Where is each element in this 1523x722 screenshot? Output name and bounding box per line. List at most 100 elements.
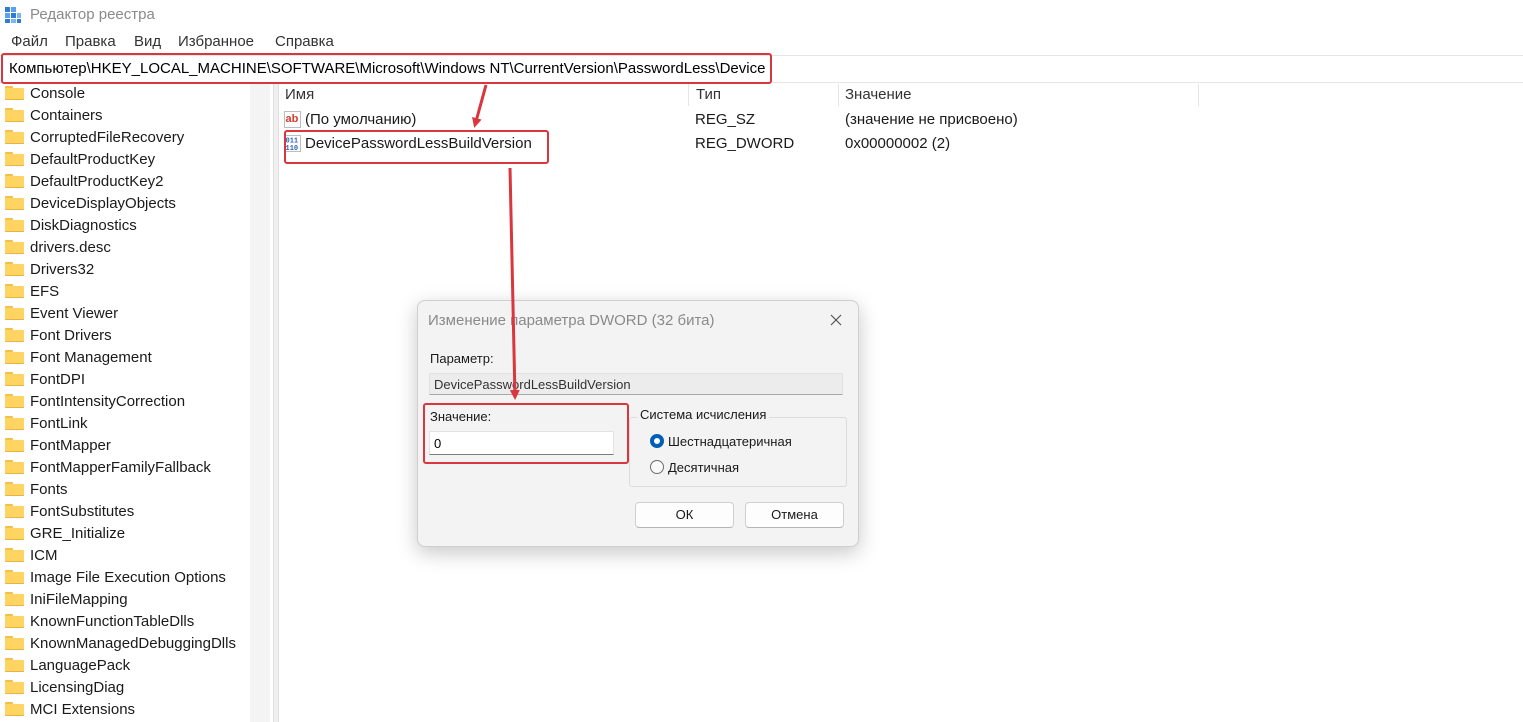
tree-item[interactable]: Console bbox=[0, 82, 250, 104]
column-separator[interactable] bbox=[1198, 84, 1199, 106]
tree-item[interactable]: drivers.desc bbox=[0, 236, 250, 258]
tree-item-label: ICM bbox=[30, 547, 58, 564]
radio-hex-label[interactable]: Шестнадцатеричная bbox=[668, 434, 792, 449]
svg-text:ab: ab bbox=[286, 113, 299, 125]
tree-item[interactable]: CorruptedFileRecovery bbox=[0, 126, 250, 148]
folder-icon bbox=[5, 592, 24, 606]
folder-icon bbox=[5, 372, 24, 386]
tree-item-label: DefaultProductKey bbox=[30, 151, 156, 168]
tree-item[interactable]: FontMapperFamilyFallback bbox=[0, 456, 250, 478]
tree-item[interactable]: Event Viewer bbox=[0, 302, 250, 324]
close-icon[interactable] bbox=[826, 310, 846, 330]
tree-item-label: Fonts bbox=[30, 481, 68, 498]
tree-item-label: FontLink bbox=[30, 415, 88, 432]
folder-icon bbox=[5, 218, 24, 232]
tree-item-label: Console bbox=[30, 85, 86, 102]
dialog-title: Изменение параметра DWORD (32 бита) bbox=[428, 312, 715, 329]
tree-item[interactable]: DefaultProductKey2 bbox=[0, 170, 250, 192]
column-separator[interactable] bbox=[838, 84, 839, 106]
value-type: REG_DWORD bbox=[695, 135, 795, 152]
tree-item[interactable]: GRE_Initialize bbox=[0, 522, 250, 544]
tree-item[interactable]: Font Management bbox=[0, 346, 250, 368]
address-highlight bbox=[1, 53, 772, 84]
tree-item[interactable]: LanguagePack bbox=[0, 654, 250, 676]
base-groupbox: Система исчисления Шестнадцатеричная Дес… bbox=[629, 407, 847, 487]
tree-item[interactable]: FontDPI bbox=[0, 368, 250, 390]
folder-icon bbox=[5, 570, 24, 584]
folder-icon bbox=[5, 614, 24, 628]
column-header-name[interactable]: Имя bbox=[285, 86, 314, 103]
tree-item-label: CorruptedFileRecovery bbox=[30, 129, 185, 146]
tree-item[interactable]: FontIntensityCorrection bbox=[0, 390, 250, 412]
tree-item[interactable]: Fonts bbox=[0, 478, 250, 500]
tree-item[interactable]: DefaultProductKey bbox=[0, 148, 250, 170]
menu-help[interactable]: Справка bbox=[275, 33, 334, 50]
folder-icon bbox=[5, 460, 24, 474]
tree-item-label: Drivers32 bbox=[30, 261, 95, 278]
tree-item-label: FontIntensityCorrection bbox=[30, 393, 186, 410]
tree-item[interactable]: Image File Execution Options bbox=[0, 566, 250, 588]
folder-icon bbox=[5, 526, 24, 540]
tree-item[interactable]: Containers bbox=[0, 104, 250, 126]
base-group-title: Система исчисления bbox=[637, 407, 770, 422]
tree-item-label: Font Drivers bbox=[30, 327, 112, 344]
column-separator[interactable] bbox=[688, 84, 689, 106]
tree-item-label: GRE_Initialize bbox=[30, 525, 126, 542]
tree-item[interactable]: ICM bbox=[0, 544, 250, 566]
value-data: (значение не присвоено) bbox=[845, 111, 1018, 128]
tree-item[interactable]: FontMapper bbox=[0, 434, 250, 456]
radio-hex[interactable] bbox=[650, 434, 664, 448]
tree-item-label: KnownManagedDebuggingDlls bbox=[30, 635, 236, 652]
menu-view[interactable]: Вид bbox=[134, 33, 161, 50]
folder-icon bbox=[5, 680, 24, 694]
folder-icon bbox=[5, 86, 24, 100]
tree-item[interactable]: Font Drivers bbox=[0, 324, 250, 346]
ok-button[interactable]: ОК bbox=[635, 502, 734, 528]
radio-decimal[interactable] bbox=[650, 460, 664, 474]
folder-icon bbox=[5, 438, 24, 452]
folder-icon bbox=[5, 416, 24, 430]
value-field-highlight bbox=[423, 403, 629, 464]
tree-item[interactable]: FontSubstitutes bbox=[0, 500, 250, 522]
tree-item-label: LicensingDiag bbox=[30, 679, 125, 696]
menu-favorites[interactable]: Избранное bbox=[178, 33, 254, 50]
tree-item[interactable]: LicensingDiag bbox=[0, 676, 250, 698]
tree-item-label: DiskDiagnostics bbox=[30, 217, 137, 234]
tree-item-label: EFS bbox=[30, 283, 60, 300]
column-header-value[interactable]: Значение bbox=[845, 86, 912, 103]
menu-edit[interactable]: Правка bbox=[65, 33, 116, 50]
cancel-button[interactable]: Отмена bbox=[745, 502, 844, 528]
folder-icon bbox=[5, 658, 24, 672]
folder-icon bbox=[5, 240, 24, 254]
folder-icon bbox=[5, 350, 24, 364]
folder-icon bbox=[5, 306, 24, 320]
window-title: Редактор реестра bbox=[30, 6, 155, 23]
folder-icon bbox=[5, 108, 24, 122]
folder-icon bbox=[5, 394, 24, 408]
column-header-type[interactable]: Тип bbox=[696, 86, 721, 103]
tree-item[interactable]: KnownManagedDebuggingDlls bbox=[0, 632, 250, 654]
tree-item[interactable]: Drivers32 bbox=[0, 258, 250, 280]
tree-item[interactable]: IniFileMapping bbox=[0, 588, 250, 610]
tree-item[interactable]: DeviceDisplayObjects bbox=[0, 192, 250, 214]
tree-scrollbar[interactable] bbox=[250, 82, 270, 722]
tree-item[interactable]: MCI Extensions bbox=[0, 698, 250, 720]
menu-file[interactable]: Файл bbox=[11, 33, 48, 50]
tree-item-label: Containers bbox=[30, 107, 103, 124]
tree-item-label: DefaultProductKey2 bbox=[30, 173, 164, 190]
value-type: REG_SZ bbox=[695, 111, 756, 128]
tree-item[interactable]: KnownFunctionTableDlls bbox=[0, 610, 250, 632]
folder-icon bbox=[5, 152, 24, 166]
param-label: Параметр: bbox=[430, 351, 494, 366]
tree-item-label: Font Management bbox=[30, 349, 152, 366]
tree-item-label: LanguagePack bbox=[30, 657, 131, 674]
tree-item[interactable]: FontLink bbox=[0, 412, 250, 434]
radio-decimal-label[interactable]: Десятичная bbox=[668, 460, 739, 475]
tree-item-label: DeviceDisplayObjects bbox=[30, 195, 176, 212]
value-row-highlight bbox=[284, 130, 549, 164]
folder-icon bbox=[5, 196, 24, 210]
tree-item[interactable]: DiskDiagnostics bbox=[0, 214, 250, 236]
table-row[interactable]: ab (По умолчанию) REG_SZ (значение не пр… bbox=[278, 108, 1478, 132]
folder-icon bbox=[5, 504, 24, 518]
tree-item[interactable]: EFS bbox=[0, 280, 250, 302]
